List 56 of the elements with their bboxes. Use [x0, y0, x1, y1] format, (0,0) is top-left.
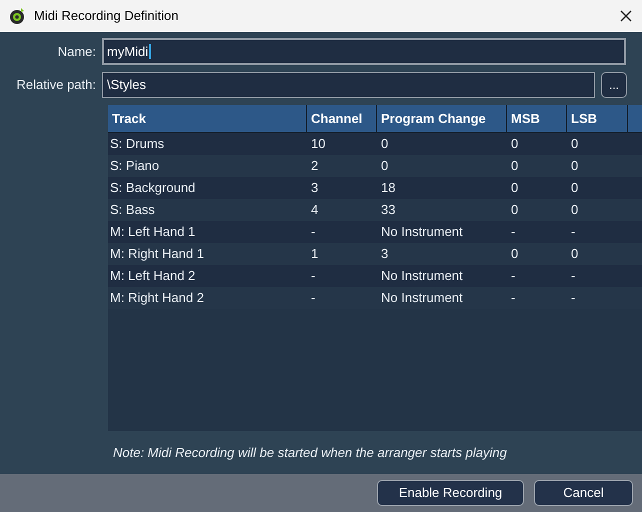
table-cell-text: 0	[571, 135, 578, 154]
table-cell-text: 0	[381, 157, 388, 176]
table-cell-text: 0	[511, 245, 518, 264]
table-cell-text: 0	[511, 179, 518, 198]
table-cell-text: -	[311, 223, 316, 242]
app-logo-icon	[8, 7, 26, 25]
table-cell-text: -	[511, 267, 516, 286]
table-cell-text: S: Background	[110, 179, 196, 198]
table-cell-text: 0	[571, 201, 578, 220]
column-header[interactable]: Program Change	[377, 105, 507, 132]
column-header[interactable]: Channel	[307, 105, 377, 132]
column-header[interactable]: Track	[108, 105, 307, 132]
note-text: Note: Midi Recording will be started when the arranger starts playing	[113, 444, 507, 462]
table-cell-text: -	[311, 289, 316, 308]
table-cell-text: 33	[381, 201, 396, 220]
table-cell-text: -	[571, 289, 576, 308]
table-cell-text: M: Right Hand 1	[110, 245, 204, 264]
table-cell-text: 0	[381, 135, 388, 154]
table-cell-text: -	[571, 267, 576, 286]
window-title: Midi Recording Definition	[34, 7, 180, 26]
table-cell-text: S: Bass	[110, 201, 155, 220]
table-cell-text: S: Piano	[110, 157, 160, 176]
table-cell-text: -	[511, 223, 516, 242]
table-cell-text: 18	[381, 179, 396, 198]
name-field[interactable]: myMidi	[102, 38, 626, 65]
table-cell-text: No Instrument	[381, 289, 463, 308]
table-cell-text: 10	[311, 135, 326, 154]
table-cell-text: No Instrument	[381, 267, 463, 286]
table-cell-text: S: Drums	[110, 135, 164, 154]
table-cell-text: 0	[511, 135, 518, 154]
table-cell-text: 0	[511, 157, 518, 176]
table-cell-text: -	[311, 267, 316, 286]
table-cell-text: 0	[571, 245, 578, 264]
table-cell-text: 0	[571, 157, 578, 176]
table-cell-text: 0	[571, 179, 578, 198]
table-cell-text: M: Right Hand 2	[110, 289, 204, 308]
path-label: Relative path:	[16, 76, 97, 94]
table-cell-text: 4	[311, 201, 318, 220]
close-icon[interactable]	[620, 10, 632, 22]
name-label: Name:	[56, 42, 97, 61]
table-cell-text: M: Left Hand 2	[110, 267, 196, 286]
table-cell-text: 0	[511, 201, 518, 220]
column-header[interactable]: MSB	[507, 105, 567, 132]
browse-button[interactable]: ...	[601, 72, 627, 98]
table-cell-text: No Instrument	[381, 223, 463, 242]
table-cell-text: 1	[311, 245, 318, 264]
path-field[interactable]: \Styles	[102, 72, 595, 98]
table-cell-text: 3	[381, 245, 388, 264]
table-cell-text: 2	[311, 157, 318, 176]
column-header[interactable]: LSB	[567, 105, 628, 132]
table-cell-text: M: Left Hand 1	[110, 223, 196, 242]
table-cell-text: -	[571, 223, 576, 242]
cancel-button[interactable]: Cancel	[534, 480, 633, 506]
table-cell-text: -	[511, 289, 516, 308]
enable-recording-button[interactable]: Enable Recording	[377, 480, 524, 506]
table-cell-text: 3	[311, 179, 318, 198]
